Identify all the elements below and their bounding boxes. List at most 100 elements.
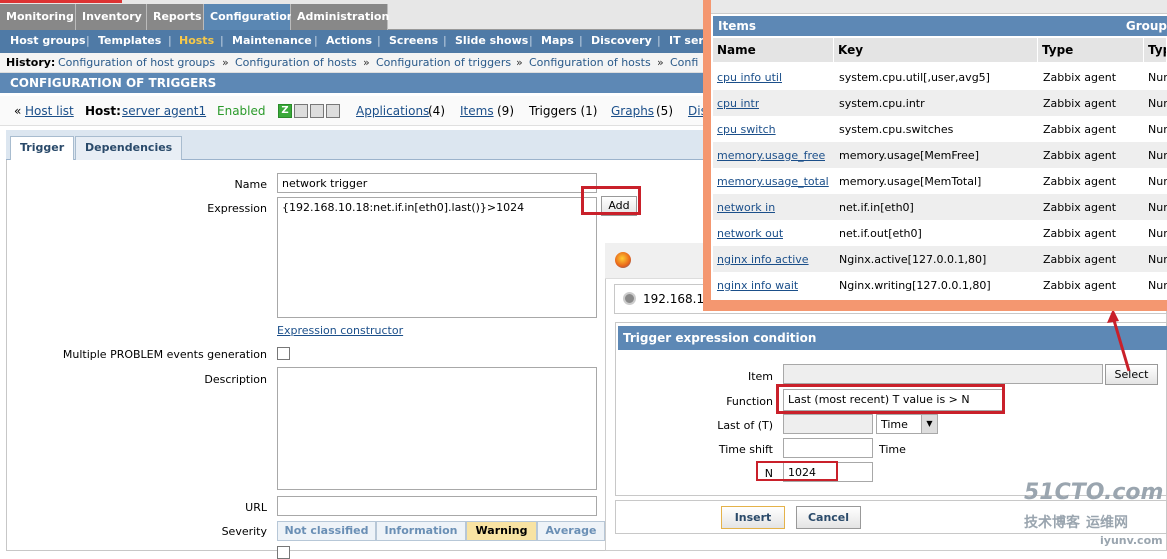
item-row[interactable]: cpu info util system.cpu.util[,user,avg5… bbox=[713, 64, 1167, 90]
item-row[interactable]: cpu switch system.cpu.switches Zabbix ag… bbox=[713, 116, 1167, 142]
highlight-box bbox=[756, 461, 838, 481]
description-textarea[interactable] bbox=[277, 367, 597, 490]
multiple-events-checkbox[interactable] bbox=[277, 347, 290, 360]
item-type: Zabbix agent bbox=[1043, 71, 1117, 84]
tab-configuration[interactable]: Configuration bbox=[204, 4, 295, 30]
subnav-separator: | bbox=[220, 34, 224, 47]
subnav-separator: | bbox=[377, 34, 381, 47]
host-name-link[interactable]: server agent1 bbox=[122, 104, 206, 118]
item-value-type: Nur bbox=[1148, 71, 1167, 84]
item-type: Zabbix agent bbox=[1043, 123, 1117, 136]
subnav-screens[interactable]: Screens bbox=[389, 34, 438, 47]
items-count: (9) bbox=[497, 104, 514, 118]
item-row[interactable]: nginx info wait Nginx.writing[127.0.0.1,… bbox=[713, 272, 1167, 298]
host-status: Enabled bbox=[217, 104, 266, 118]
history-separator: » bbox=[363, 56, 370, 69]
history-link[interactable]: Configuration of host groups bbox=[58, 56, 215, 69]
subnav-maintenance[interactable]: Maintenance bbox=[232, 34, 312, 47]
watermark-blog: 博客 bbox=[1052, 515, 1080, 531]
subnav-actions[interactable]: Actions bbox=[326, 34, 372, 47]
insert-button[interactable]: Insert bbox=[721, 506, 785, 529]
subnav-hosts[interactable]: Hosts bbox=[179, 34, 214, 47]
tab-trigger[interactable]: Trigger bbox=[10, 136, 75, 160]
history-link[interactable]: Configuration of hosts bbox=[529, 56, 651, 69]
graphs-link[interactable]: Graphs bbox=[611, 104, 654, 118]
item-input[interactable] bbox=[783, 364, 1103, 384]
history-separator: » bbox=[657, 56, 664, 69]
item-name-link[interactable]: memory.usage_total bbox=[717, 175, 829, 188]
severity-warning[interactable]: Warning bbox=[466, 521, 537, 541]
tab-inventory[interactable]: Inventory bbox=[76, 4, 147, 30]
item-value-type: Nur bbox=[1148, 253, 1167, 266]
subnav-discovery[interactable]: Discovery bbox=[591, 34, 652, 47]
item-name-link[interactable]: cpu info util bbox=[717, 71, 782, 84]
subnav-slide-shows[interactable]: Slide shows bbox=[455, 34, 528, 47]
severity-average[interactable]: Average bbox=[537, 521, 605, 541]
item-row[interactable]: memory.usage_free memory.usage[MemFree] … bbox=[713, 142, 1167, 168]
top-navigation: Monitoring Inventory Reports Configurati… bbox=[0, 0, 710, 30]
subnav-maps[interactable]: Maps bbox=[541, 34, 574, 47]
subnav-it-services[interactable]: IT ser bbox=[669, 34, 704, 47]
history-link[interactable]: Configuration of triggers bbox=[376, 56, 511, 69]
ipmi-availability-icon bbox=[326, 104, 340, 118]
item-name-link[interactable]: memory.usage_free bbox=[717, 149, 825, 162]
item-key: system.cpu.util[,user,avg5] bbox=[839, 71, 990, 84]
item-name-link[interactable]: network in bbox=[717, 201, 775, 214]
item-name-link[interactable]: nginx info active bbox=[717, 253, 809, 266]
item-row[interactable]: nginx info active Nginx.active[127.0.0.1… bbox=[713, 246, 1167, 272]
host-list-link[interactable]: Host list bbox=[25, 104, 74, 118]
subnav-separator: | bbox=[443, 34, 447, 47]
item-key: memory.usage[MemFree] bbox=[839, 149, 979, 162]
item-value-type: Nur bbox=[1148, 97, 1167, 110]
expression-label: Expression bbox=[207, 202, 267, 215]
last-of-input[interactable] bbox=[783, 414, 873, 434]
applications-link[interactable]: Applications bbox=[356, 104, 429, 118]
severity-not-classified[interactable]: Not classified bbox=[277, 521, 376, 541]
host-label: Host: bbox=[85, 104, 121, 118]
item-name-link[interactable]: nginx info wait bbox=[717, 279, 798, 292]
condition-title: Trigger expression condition bbox=[618, 326, 1167, 350]
cancel-button[interactable]: Cancel bbox=[796, 506, 861, 529]
subnav-separator: | bbox=[168, 34, 172, 47]
history-link[interactable]: Configuration of hosts bbox=[235, 56, 357, 69]
zabbix-availability-icon: Z bbox=[278, 104, 292, 118]
enabled-checkbox[interactable] bbox=[277, 546, 290, 559]
subnav-templates[interactable]: Templates bbox=[98, 34, 161, 47]
severity-information[interactable]: Information bbox=[376, 521, 466, 541]
subnav-separator: | bbox=[579, 34, 583, 47]
applications-count: (4) bbox=[428, 104, 445, 118]
item-name-link[interactable]: network out bbox=[717, 227, 783, 240]
item-value-type: Nur bbox=[1148, 279, 1167, 292]
item-type: Zabbix agent bbox=[1043, 201, 1117, 214]
tab-reports[interactable]: Reports bbox=[147, 4, 204, 30]
sub-navigation: Host groups | Templates | Hosts | Mainte… bbox=[0, 30, 710, 53]
item-row[interactable]: network out net.if.out[eth0] Zabbix agen… bbox=[713, 220, 1167, 246]
tab-monitoring[interactable]: Monitoring bbox=[0, 4, 76, 30]
item-key: net.if.in[eth0] bbox=[839, 201, 914, 214]
annotation-arrow bbox=[1107, 309, 1131, 372]
item-value-type: Nur bbox=[1148, 201, 1167, 214]
item-row[interactable]: memory.usage_total memory.usage[MemTotal… bbox=[713, 168, 1167, 194]
item-label: Item bbox=[747, 370, 773, 383]
history-label: History: bbox=[6, 56, 56, 69]
item-row[interactable]: network in net.if.in[eth0] Zabbix agent … bbox=[713, 194, 1167, 220]
tab-administration[interactable]: Administration bbox=[291, 4, 389, 30]
item-value-type: Nur bbox=[1148, 149, 1167, 162]
expression-constructor-link[interactable]: Expression constructor bbox=[277, 324, 403, 337]
item-row[interactable]: cpu intr system.cpu.intr Zabbix agent Nu… bbox=[713, 90, 1167, 116]
severity-label: Severity bbox=[221, 525, 267, 538]
url-label: URL bbox=[245, 501, 267, 514]
time-shift-input[interactable] bbox=[783, 438, 873, 458]
subnav-host-groups[interactable]: Host groups bbox=[10, 34, 86, 47]
col-key: Key bbox=[834, 38, 1038, 62]
expression-textarea[interactable]: {192.168.10.18:net.if.in[eth0].last()}>1… bbox=[277, 197, 597, 318]
name-input[interactable]: network trigger bbox=[277, 173, 597, 193]
items-link[interactable]: Items bbox=[460, 104, 494, 118]
history-separator: » bbox=[222, 56, 229, 69]
tab-dependencies[interactable]: Dependencies bbox=[75, 136, 183, 160]
history-link[interactable]: Confi bbox=[670, 56, 698, 69]
url-input[interactable] bbox=[277, 496, 597, 516]
time-select[interactable]: Time ▼ bbox=[876, 414, 938, 434]
item-name-link[interactable]: cpu intr bbox=[717, 97, 759, 110]
item-name-link[interactable]: cpu switch bbox=[717, 123, 776, 136]
